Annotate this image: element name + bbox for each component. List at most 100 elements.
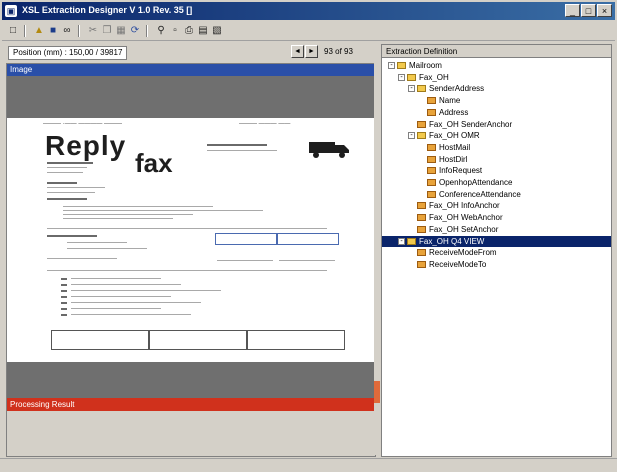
tree-node[interactable]: HostMail xyxy=(382,142,611,153)
minimize-button[interactable]: _ xyxy=(565,4,580,17)
doc-checkbox xyxy=(61,278,67,280)
doc-text-line xyxy=(71,302,201,303)
folder-icon xyxy=(417,85,426,93)
tree-node[interactable]: Fax_OH SetAnchor xyxy=(382,224,611,235)
tree-node-label: Fax_OH Q4 VIEW xyxy=(419,236,485,246)
field-icon xyxy=(427,143,436,151)
tree-expander-icon[interactable]: - xyxy=(388,62,395,69)
tree-node[interactable]: - Fax_OH xyxy=(382,72,611,83)
field-icon xyxy=(427,179,436,186)
tree-node-label: OpenhopAttendance xyxy=(439,178,513,187)
viewer-margin-top xyxy=(7,76,375,118)
doc-reply-heading: Reply xyxy=(45,130,127,161)
doc-text-line xyxy=(71,296,171,297)
doc-checkbox xyxy=(61,308,67,310)
doc-text-line xyxy=(207,150,277,151)
tree-node[interactable]: - Fax_OH OMR xyxy=(382,130,611,141)
tree-node-label: Fax_OH InfoAnchor xyxy=(429,201,500,211)
tree-node[interactable]: Fax_OH InfoAnchor xyxy=(382,200,611,211)
tree-node[interactable]: Fax_OH SenderAnchor xyxy=(382,119,611,130)
tree-node[interactable]: OpenhopAttendance xyxy=(382,177,611,188)
status-bar xyxy=(0,458,617,472)
doc-footer-box xyxy=(149,330,247,350)
tree-node[interactable]: Fax_OH WebAnchor xyxy=(382,212,611,223)
truck-logo-icon xyxy=(309,142,349,158)
title-bar[interactable]: ▣ XSL Extraction Designer V 1.0 Rev. 35 … xyxy=(2,2,615,20)
tree-node-label: Fax_OH SetAnchor xyxy=(429,224,499,234)
field-icon xyxy=(427,190,436,198)
tree-node-label: SenderAddress xyxy=(429,84,485,94)
doc-text-line xyxy=(67,242,127,243)
tree-node-label: Fax_OH WebAnchor xyxy=(429,213,503,223)
tree-node-label: Name xyxy=(439,96,461,106)
paste-icon[interactable]: ▦ xyxy=(114,24,128,38)
doc-text-line xyxy=(63,206,213,207)
image-panel: Image ——— ·—— ———— ——— ——— ——— —— Reply … xyxy=(6,63,376,457)
extraction-definition-panel: Extraction Definition - Mailroom - Fax_OH - S… xyxy=(381,44,612,457)
cut-icon[interactable]: ✂ xyxy=(86,24,100,38)
rotate-icon[interactable]: ⟳ xyxy=(128,24,142,38)
field-icon xyxy=(427,108,436,116)
tree-node[interactable]: - Fax_OH Q4 VIEW xyxy=(382,235,611,247)
tree-node[interactable]: ReceiveModeFrom xyxy=(382,247,611,258)
doc-text-line xyxy=(47,182,77,184)
app-window: ▣ XSL Extraction Designer V 1.0 Rev. 35 … xyxy=(0,0,617,472)
close-button[interactable]: × xyxy=(597,4,612,17)
tree-node[interactable]: HostDirl xyxy=(382,154,611,165)
tree-node[interactable]: ReceiveModeTo xyxy=(382,259,611,270)
folder-icon xyxy=(407,73,416,81)
extraction-tree: - Mailroom - Fax_OH - SenderAddress Name Addres… xyxy=(382,60,611,454)
help-icon[interactable]: ▧ xyxy=(210,24,224,38)
tree-node[interactable]: ConferenceAttendance xyxy=(382,189,611,200)
tree-node[interactable]: InfoRequest xyxy=(382,165,611,176)
doc-text-line xyxy=(47,235,97,237)
vertical-scrollbar[interactable] xyxy=(374,63,380,455)
doc-text-line xyxy=(71,284,181,285)
tree-expander-icon[interactable]: - xyxy=(408,132,415,140)
tree-node[interactable]: - SenderAddress xyxy=(382,83,611,94)
scrollbar-thumb[interactable] xyxy=(374,381,380,403)
prev-page-button[interactable]: ◄ xyxy=(291,45,304,58)
new-icon[interactable]: □ xyxy=(6,24,20,38)
open-icon[interactable]: ▲ xyxy=(32,24,46,38)
tree-node[interactable]: Name xyxy=(382,95,611,106)
doc-checkbox xyxy=(61,284,67,286)
image-panel-header: Image xyxy=(7,64,375,76)
copy-icon[interactable]: ❐ xyxy=(100,24,114,38)
link-icon[interactable]: ∞ xyxy=(60,24,74,38)
doc-text-line xyxy=(47,162,93,164)
doc-text-line xyxy=(47,167,87,168)
doc-text-line xyxy=(279,260,335,261)
toolbar-separator xyxy=(146,25,148,37)
tree-expander-icon[interactable]: - xyxy=(398,73,405,81)
position-readout: Position (mm) : 150,00 / 39817 xyxy=(8,46,128,60)
doc-text-line xyxy=(47,192,95,193)
save-icon[interactable]: ■ xyxy=(46,24,60,38)
tree-node-label: ReceiveModeTo xyxy=(429,259,487,269)
processing-result-area[interactable] xyxy=(7,411,375,456)
app-icon: ▣ xyxy=(5,5,17,17)
page-setup-icon[interactable]: ▫ xyxy=(168,24,182,38)
field-icon xyxy=(427,155,436,163)
tree-node[interactable]: - Mailroom xyxy=(382,60,611,71)
maximize-button[interactable]: □ xyxy=(581,4,596,17)
folder-icon xyxy=(417,132,426,140)
doc-checkbox xyxy=(61,296,67,298)
tree-expander-icon[interactable]: - xyxy=(398,237,405,245)
doc-text-line xyxy=(63,214,193,215)
print-icon[interactable]: ⎙ xyxy=(182,24,196,38)
tree-node-label: Mailroom xyxy=(409,61,442,70)
next-page-button[interactable]: ► xyxy=(305,45,318,58)
tree-expander-icon[interactable]: - xyxy=(408,85,415,93)
window-title: XSL Extraction Designer V 1.0 Rev. 35 [] xyxy=(22,5,193,15)
doc-text-line xyxy=(67,248,147,249)
properties-icon[interactable]: ▤ xyxy=(196,24,210,38)
doc-text-line xyxy=(217,260,273,261)
tree-node[interactable]: Address xyxy=(382,107,611,118)
document-page[interactable]: ——— ·—— ———— ——— ——— ——— —— Reply fax xyxy=(7,118,375,362)
zoom-icon[interactable]: ⚲ xyxy=(154,24,168,38)
doc-checkbox xyxy=(61,290,67,292)
toolbar: □ ▲ ■ ∞ ✂ ❐ ▦ ⟳ ⚲ ▫ ⎙ ▤ ▧ xyxy=(2,22,615,41)
doc-text-line xyxy=(47,270,327,271)
extraction-definition-header: Extraction Definition xyxy=(382,45,611,58)
